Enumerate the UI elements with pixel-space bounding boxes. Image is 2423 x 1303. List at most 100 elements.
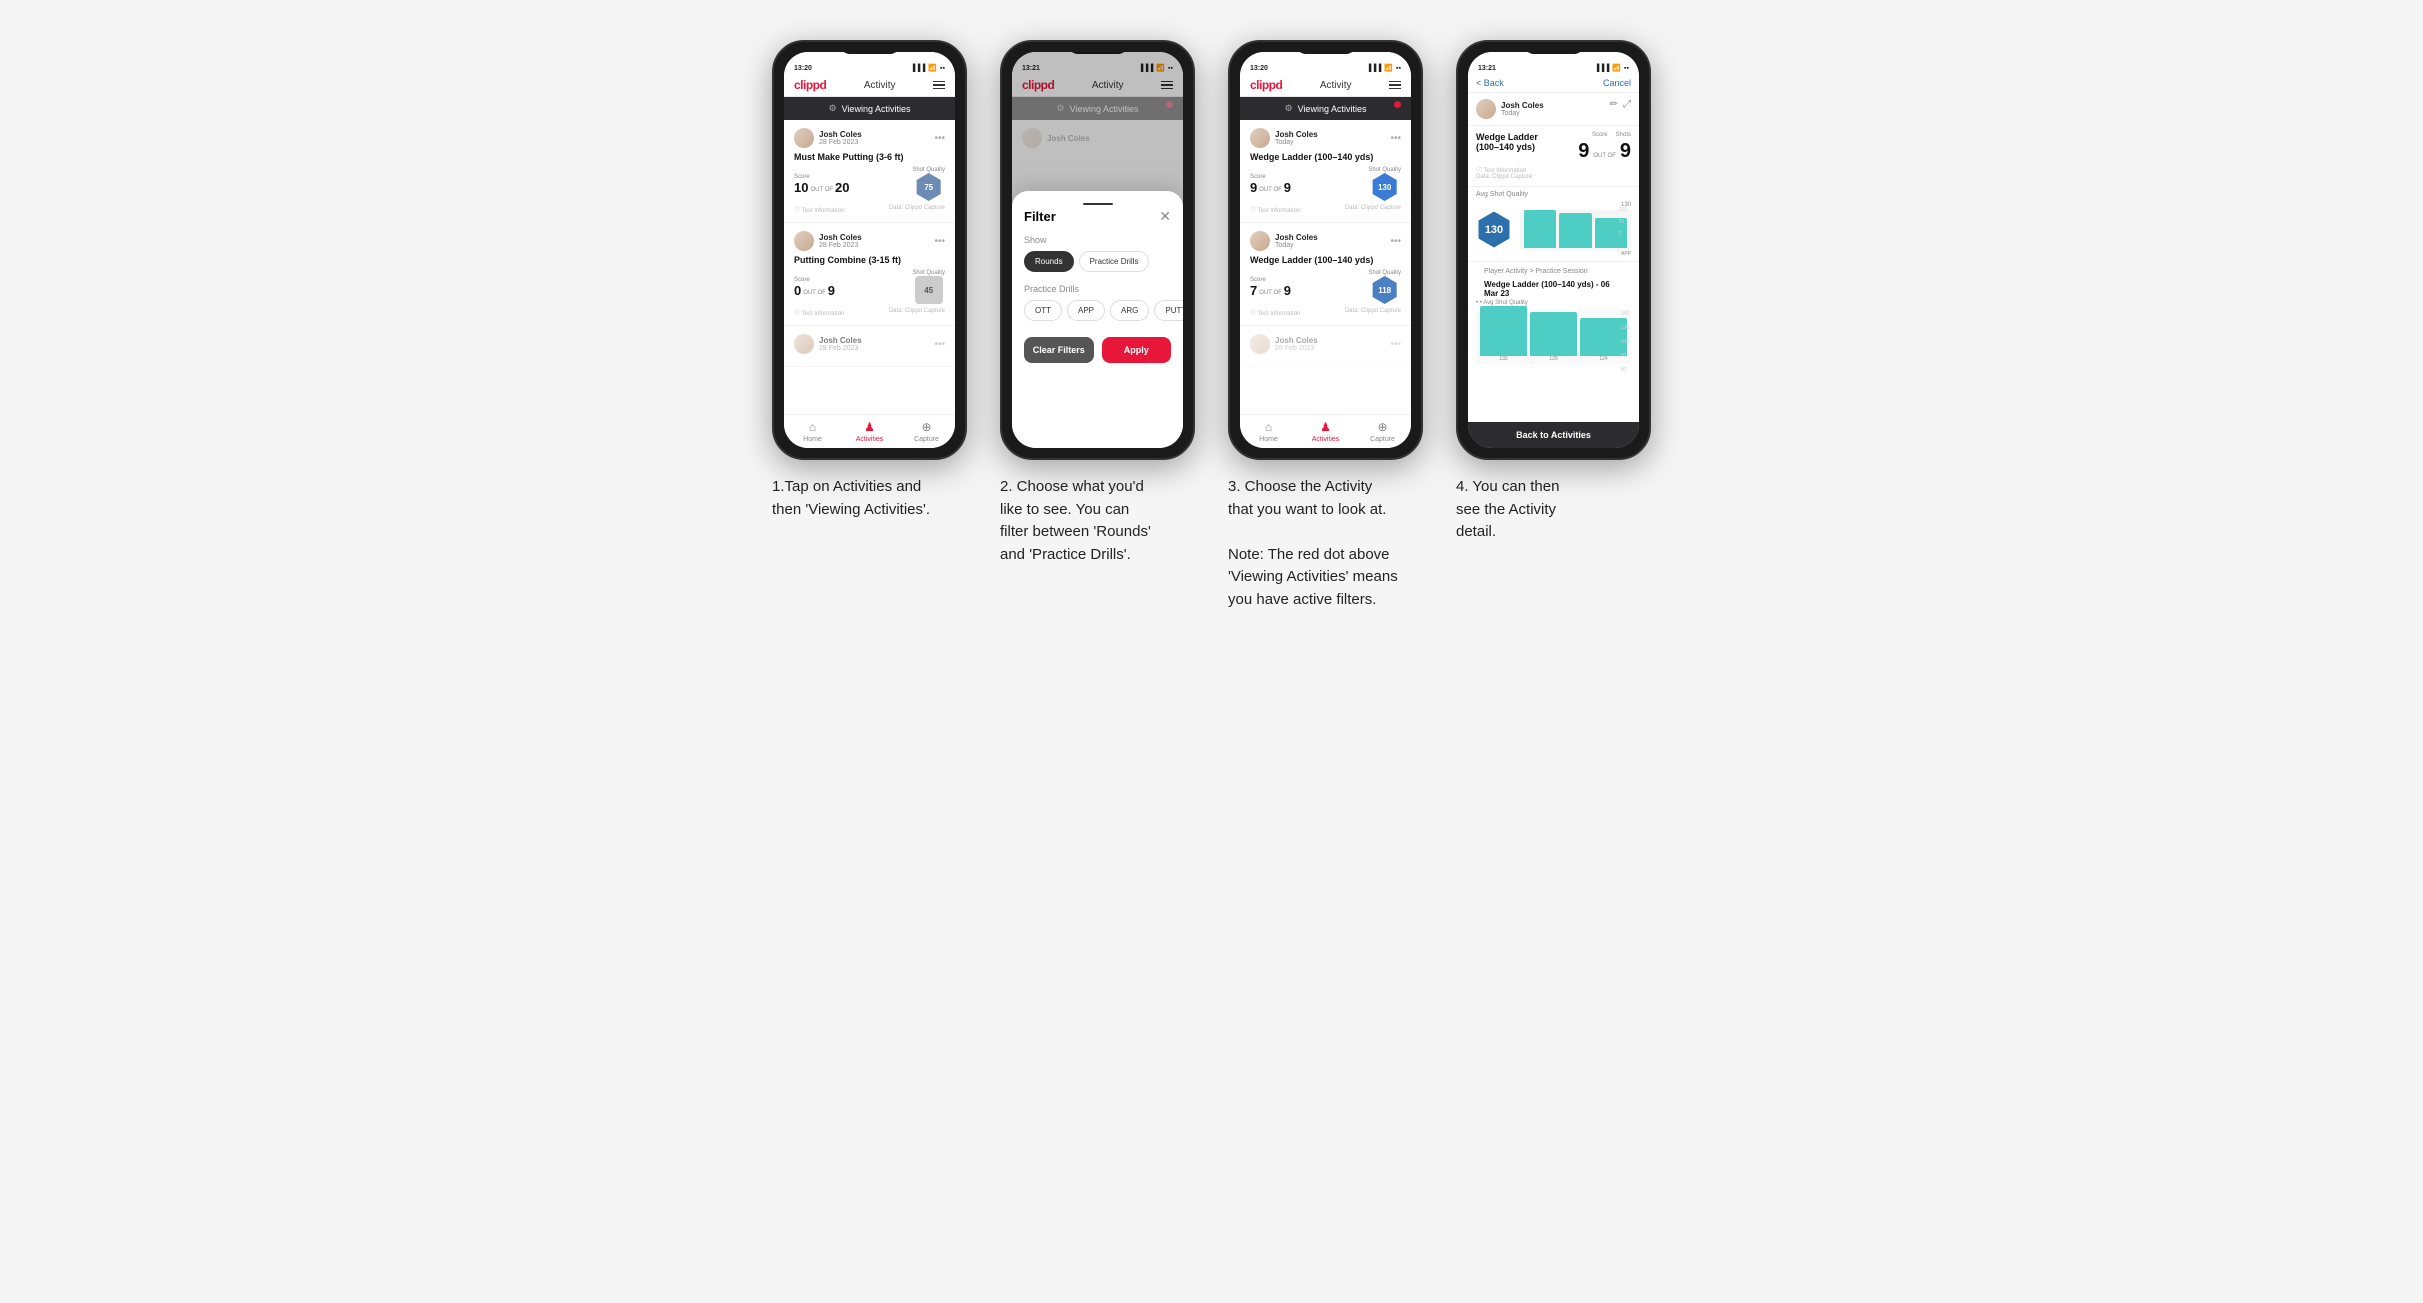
activity-card-3-2[interactable]: Josh Coles Today ••• Wedge Ladder (100–1… [1240,223,1411,326]
sq-label-1-1: Shot Quality [912,167,945,173]
out-of-3-1: OUT OF [1259,187,1282,193]
footer-right-3-1: Data: Clippd Capture [1345,205,1401,214]
viewing-bar-3[interactable]: ⚙ Viewing Activities [1240,97,1411,120]
card-header-3-2: Josh Coles Today ••• [1250,231,1401,251]
avg-label-4: Avg Shot Quality [1476,191,1631,198]
three-dots-1-1[interactable]: ••• [934,133,945,144]
scroll-indicator [1083,203,1113,205]
out-of-1-2: OUT OF [803,290,826,296]
menu-icon-3[interactable] [1389,81,1401,90]
caption-1: 1.Tap on Activities andthen 'Viewing Act… [772,476,967,521]
menu-icon-1[interactable] [933,81,945,90]
pill-ott[interactable]: OTT [1024,300,1062,321]
user-info-3-2: Josh Coles Today [1250,231,1318,251]
hex-badge-4: 130 [1476,212,1512,248]
tab-capture-3[interactable]: ⊕ Capture [1354,415,1411,448]
tab-bar-3: ⌂ Home ♟ Activities ⊕ Capture [1240,414,1411,448]
score-value-3-1: 9 [1250,180,1257,195]
card-footer-3-2: ⓘ Test Information Data: Clippd Capture [1250,308,1401,317]
three-dots-1-2[interactable]: ••• [934,236,945,247]
tab-activities-label-3: Activities [1312,436,1340,443]
user-date-1-3: 28 Feb 2023 [819,345,862,352]
phone-3: 13:20 ▐▐▐ 📶 ▪▪ clippd Activity ⚙ [1228,40,1423,460]
wifi-icon-3: 📶 [1384,64,1393,72]
app-title-1: Activity [864,80,896,91]
signal-icon-4: ▐▐▐ [1594,65,1609,72]
score-value-1-2: 0 [794,283,801,298]
pill-practice-drills[interactable]: Practice Drills [1079,251,1150,272]
activities-icon-3: ♟ [1320,420,1331,434]
shots-value-1-1: 20 [835,180,849,195]
back-to-activities-button-4[interactable]: Back to Activities [1468,422,1639,448]
card-header-1-3: Josh Coles 28 Feb 2023 ••• [794,334,945,354]
footer-left-3-2: ⓘ Test Information [1250,308,1300,317]
three-dots-1-3[interactable]: ••• [934,339,945,350]
phone-notch-1 [840,42,900,54]
activities-icon-1: ♟ [864,420,875,434]
sq-badge-1-2: 45 [915,276,943,304]
show-pills: Rounds Practice Drills [1024,251,1171,272]
clear-filters-button[interactable]: Clear Filters [1024,337,1094,363]
tab-home-3[interactable]: ⌂ Home [1240,415,1297,448]
out-of-1-1: OUT OF [810,187,833,193]
stats-row-3-2: Score 7 OUT OF 9 Shot Quality 118 [1250,270,1401,304]
status-bar-3: 13:20 ▐▐▐ 📶 ▪▪ [1240,52,1411,74]
user-info-1-3: Josh Coles 28 Feb 2023 [794,334,862,354]
back-button-4[interactable]: < Back [1476,78,1504,88]
filter-icon-1: ⚙ [829,103,837,114]
user-info-3-1: Josh Coles Today [1250,128,1318,148]
user-date-1-1: 28 Feb 2023 [819,139,862,146]
pill-arg[interactable]: ARG [1110,300,1149,321]
detail-score-4: 9 [1578,140,1589,163]
viewing-bar-1[interactable]: ⚙ Viewing Activities [784,97,955,120]
shots-value-1-2: 9 [828,283,835,298]
home-icon-3: ⌂ [1265,420,1272,434]
three-dots-3-2[interactable]: ••• [1390,236,1401,247]
practice-session-label-4: Player Activity > Practice Session [1476,265,1631,278]
caption-3: 3. Choose the Activitythat you want to l… [1228,476,1423,611]
app-header-1: clippd Activity [784,74,955,97]
user-date-4: Today [1501,110,1544,117]
user-name-3-1: Josh Coles [1275,130,1318,139]
tab-home-label-1: Home [803,436,822,443]
footer-right-1-1: Data: Clippd Capture [889,205,945,214]
tab-activities-3[interactable]: ♟ Activities [1297,415,1354,448]
user-name-1-3: Josh Coles [819,336,862,345]
user-info-1-2: Josh Coles 28 Feb 2023 [794,231,862,251]
tab-home-1[interactable]: ⌂ Home [784,415,841,448]
pill-putt[interactable]: PUTT [1154,300,1183,321]
battery-icon-4: ▪▪ [1624,65,1629,72]
activity-card-3-1[interactable]: Josh Coles Today ••• Wedge Ladder (100–1… [1240,120,1411,223]
modal-header: Filter ✕ [1024,208,1171,225]
avg-quality-section-4: Avg Shot Quality 130 130 [1468,186,1639,261]
phone-1: 13:20 ▐▐▐ 📶 ▪▪ clippd Activity [772,40,967,460]
status-bar-4: 13:21 ▐▐▐ 📶 ▪▪ [1468,52,1639,74]
expand-icon-4[interactable]: ⤢ [1623,99,1631,110]
cancel-button-4[interactable]: Cancel [1603,78,1631,88]
tab-capture-1[interactable]: ⊕ Capture [898,415,955,448]
tab-activities-1[interactable]: ♟ Activities [841,415,898,448]
shots-value-3-1: 9 [1284,180,1291,195]
phone-3-screen: 13:20 ▐▐▐ 📶 ▪▪ clippd Activity ⚙ [1240,52,1411,448]
activity-title-1-1: Must Make Putting (3-6 ft) [794,152,945,162]
score-inline-3-1: 9 OUT OF 9 [1250,180,1291,195]
status-icons-4: ▐▐▐ 📶 ▪▪ [1594,64,1629,72]
apply-button[interactable]: Apply [1102,337,1172,363]
pill-app[interactable]: APP [1067,300,1105,321]
activity-card-1-3[interactable]: Josh Coles 28 Feb 2023 ••• [784,326,955,367]
tab-bar-1: ⌂ Home ♟ Activities ⊕ Capture [784,414,955,448]
pill-rounds[interactable]: Rounds [1024,251,1074,272]
card-header-3-1: Josh Coles Today ••• [1250,128,1401,148]
wifi-icon-4: 📶 [1612,64,1621,72]
activity-card-1-2[interactable]: Josh Coles 28 Feb 2023 ••• Putting Combi… [784,223,955,326]
three-dots-3-1[interactable]: ••• [1390,133,1401,144]
close-icon[interactable]: ✕ [1159,208,1171,225]
edit-icon-4[interactable]: ✏ [1610,99,1618,110]
detail-shots-4: 9 [1620,140,1631,163]
app-title-3: Activity [1320,80,1352,91]
footer-left-3-1: ⓘ Test Information [1250,205,1300,214]
activity-card-1-1[interactable]: Josh Coles 28 Feb 2023 ••• Must Make Put… [784,120,955,223]
avatar-1-1 [794,128,814,148]
tab-capture-label-1: Capture [914,436,939,443]
activity-title-1-2: Putting Combine (3-15 ft) [794,255,945,265]
